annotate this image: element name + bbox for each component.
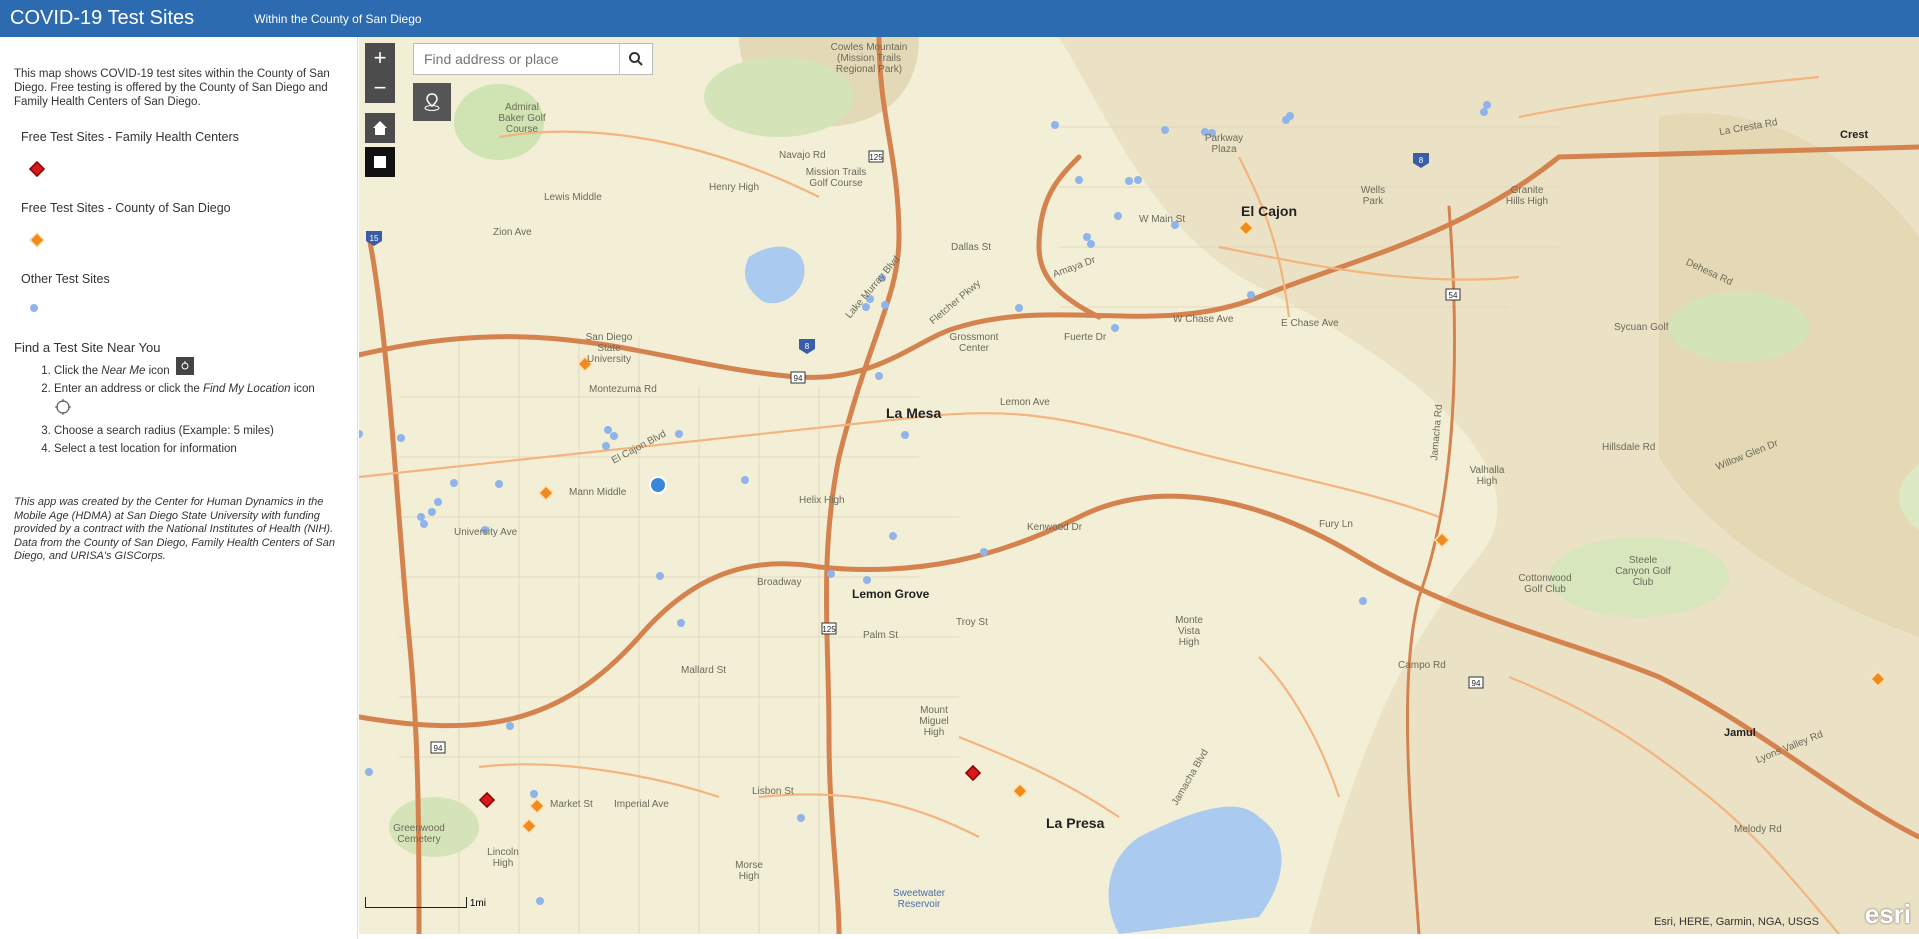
place-label: Sweetwater Reservoir (892, 888, 946, 910)
basemap: 125 94 125 54 94 94 8 8 15 (359, 37, 1919, 934)
place-label: Zion Ave (493, 227, 532, 238)
place-label: E Chase Ave (1281, 318, 1339, 329)
near-me-icon (424, 93, 440, 111)
search-button[interactable] (619, 44, 652, 74)
esri-logo: esri (1864, 899, 1911, 929)
search-icon (629, 52, 643, 66)
near-me-button[interactable] (413, 83, 451, 121)
map-view[interactable]: 125 94 125 54 94 94 8 8 15 El Cajon La M… (359, 37, 1919, 934)
legend-label-family-health: Free Test Sites - Family Health Centers (21, 130, 239, 144)
place-label: Palm St (863, 630, 899, 641)
locate-icon (54, 398, 72, 422)
stop-icon (374, 156, 386, 168)
svg-text:94: 94 (794, 374, 803, 383)
steps-list: Click the Near Me icon Enter an address … (36, 357, 354, 458)
zoom-in-button[interactable]: + (365, 43, 395, 73)
svg-text:8: 8 (1419, 156, 1424, 165)
svg-text:94: 94 (1472, 679, 1481, 688)
place-label: Henry High (709, 182, 760, 193)
place-label: Valhalla High (1469, 465, 1505, 487)
place-label: Greenwood Cemetery (393, 823, 445, 845)
search-input[interactable] (422, 44, 626, 74)
home-icon (373, 121, 387, 135)
place-label: Lemon Ave (1000, 397, 1050, 408)
city-label: Lemon Grove (852, 587, 930, 601)
svg-text:8: 8 (805, 342, 810, 351)
place-label: Wells Park (1360, 185, 1386, 207)
place-label: Helix High (799, 495, 845, 506)
place-label: Campo Rd (1398, 660, 1446, 671)
city-label: Jamul (1724, 727, 1756, 739)
step-item: Select a test location for information (54, 440, 354, 458)
place-label: W Main St (1139, 214, 1186, 225)
app-header: COVID-19 Test Sites Within the County of… (0, 0, 1919, 37)
scale-bar: 1mi (365, 897, 486, 909)
zoom-out-button[interactable]: − (365, 73, 395, 103)
place-label: Melody Rd (1734, 824, 1782, 835)
home-button[interactable] (365, 113, 395, 143)
place-label: Mount Miguel High (919, 705, 949, 738)
svg-text:125: 125 (869, 153, 883, 162)
place-label: Lincoln High (487, 847, 519, 869)
place-label: Admiral Baker Golf Course (498, 102, 546, 135)
blue-dot-icon (30, 304, 38, 312)
near-me-icon (175, 357, 194, 375)
place-label: Navajo Rd (779, 150, 826, 161)
place-label: Imperial Ave (614, 799, 669, 810)
svg-text:94: 94 (434, 744, 443, 753)
place-label: Morse High (735, 860, 763, 882)
app-title: COVID-19 Test Sites (10, 7, 195, 29)
app-subtitle: Within the County of San Diego (254, 11, 422, 26)
place-label: W Chase Ave (1173, 314, 1234, 325)
place-label: Granite Hills High (1505, 185, 1549, 207)
place-label: Montezuma Rd (589, 384, 657, 395)
step-item: Choose a search radius (Example: 5 miles… (54, 422, 354, 440)
place-label: Cottonwood Golf Club (1518, 573, 1572, 595)
legend-label-county: Free Test Sites - County of San Diego (21, 201, 231, 215)
map-attribution: Esri, HERE, Garmin, NGA, USGS (1653, 916, 1819, 928)
place-label: Hillsdale Rd (1602, 442, 1656, 453)
place-label: Broadway (757, 577, 802, 588)
intro-text: This map shows COVID-19 test sites withi… (14, 68, 330, 108)
svg-text:54: 54 (1449, 291, 1458, 300)
place-label: San Diego State University (585, 332, 633, 365)
place-label: Parkway Plaza (1204, 133, 1244, 155)
city-label: La Presa (1046, 815, 1105, 831)
place-label: Cowles Mountain (Mission Trails Regional… (830, 42, 908, 75)
place-label: Fury Ln (1319, 519, 1353, 530)
place-label: Mission Trails Golf Course (805, 167, 867, 189)
sidebar-panel: This map shows COVID-19 test sites withi… (0, 37, 358, 939)
red-diamond-icon (28, 160, 46, 178)
search-box (413, 43, 653, 75)
place-label: Kenwood Dr (1027, 522, 1083, 533)
place-label: Monte Vista High (1175, 615, 1203, 648)
place-label: Sycuan Golf (1614, 322, 1669, 333)
step-item: Click the Near Me icon (54, 357, 354, 380)
place-label: Steele Canyon Golf Club (1615, 555, 1671, 588)
zoom-control: + − (365, 43, 395, 103)
place-label: Grossmont Center (949, 332, 999, 354)
orange-diamond-icon (28, 231, 46, 249)
place-label: University Ave (454, 527, 518, 538)
place-label: Market St (550, 799, 593, 810)
user-location-marker (649, 476, 667, 494)
place-label: Mann Middle (569, 487, 627, 498)
svg-text:15: 15 (370, 234, 379, 243)
find-site-heading: Find a Test Site Near You (14, 340, 161, 355)
place-label: Dallas St (951, 242, 992, 253)
city-label: El Cajon (1241, 203, 1298, 219)
place-label: Lewis Middle (544, 192, 602, 203)
city-label: Crest (1840, 129, 1869, 141)
place-label: Mallard St (681, 665, 727, 676)
place-label: Lisbon St (752, 786, 794, 797)
place-label: Troy St (956, 617, 988, 628)
legend-label-other: Other Test Sites (21, 272, 110, 286)
credit-text: This app was created by the Center for H… (14, 496, 335, 562)
step-item: Enter an address or click the Find My Lo… (54, 380, 354, 422)
city-label: La Mesa (886, 405, 942, 421)
svg-text:125: 125 (822, 625, 836, 634)
place-label: Fuerte Dr (1064, 332, 1107, 343)
stop-button[interactable] (365, 147, 395, 177)
